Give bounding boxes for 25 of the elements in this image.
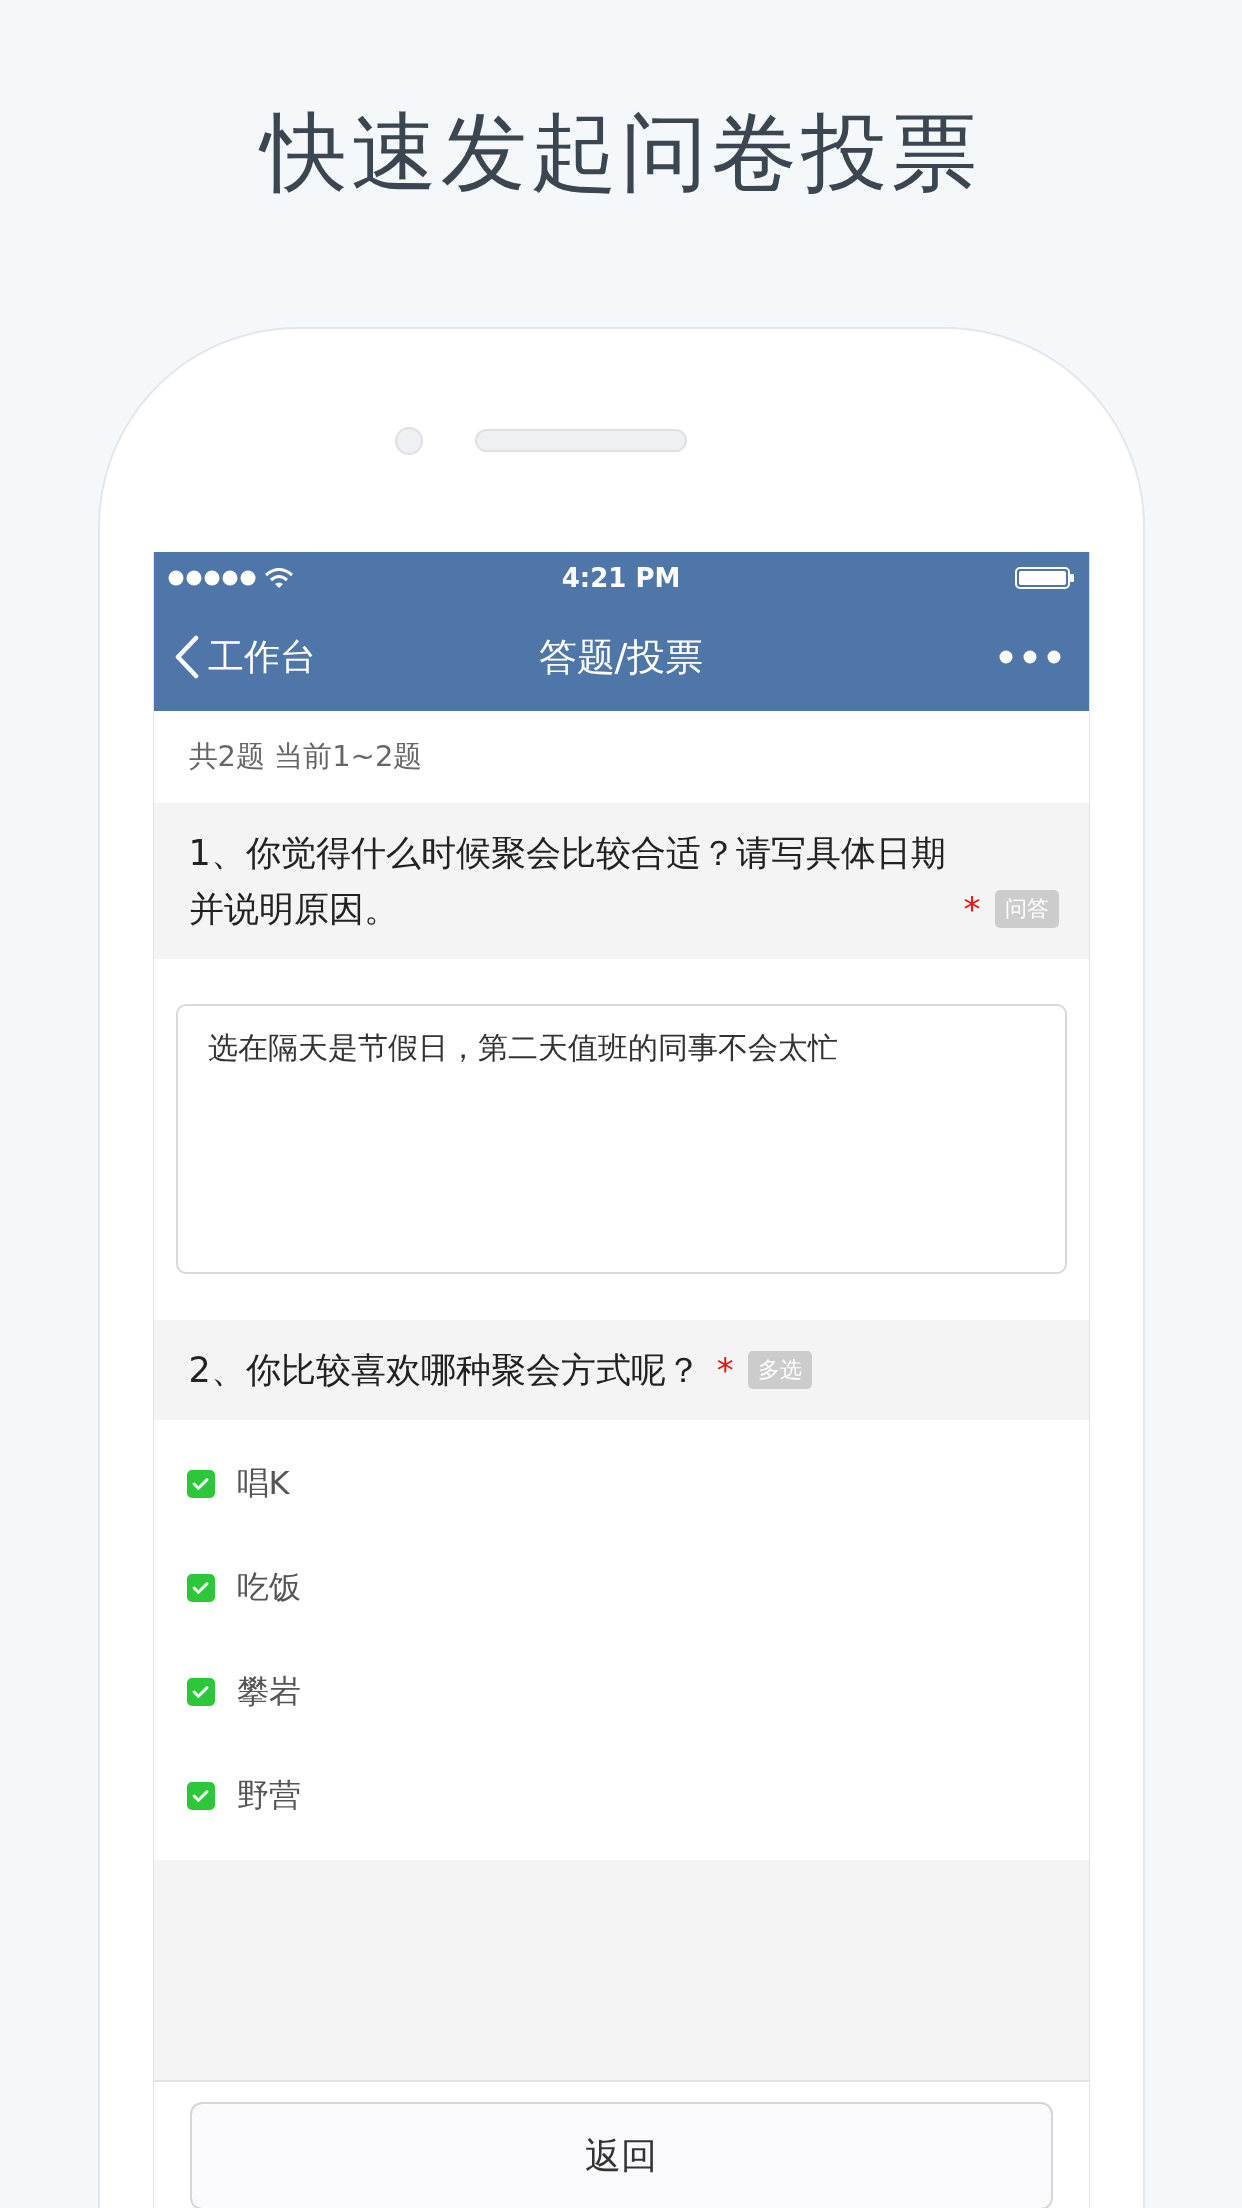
option-label[interactable]: 攀岩 <box>236 1670 301 1714</box>
option-label[interactable]: 唱K <box>236 1462 290 1506</box>
chevron-left-icon <box>173 635 200 679</box>
question-count: 共2题 当前1~2题 <box>188 738 423 775</box>
checkbox[interactable] <box>186 1470 215 1498</box>
page-title: 答题/投票 <box>538 634 704 679</box>
back-button[interactable]: 返回 <box>189 2102 1053 2208</box>
back-button[interactable]: 工作台 <box>173 632 316 682</box>
more-icon[interactable] <box>998 650 1061 664</box>
option-label[interactable]: 吃饭 <box>236 1566 301 1610</box>
answer-field[interactable]: 选在隔天是节假日，第二天值班的同事不会太忙 <box>175 1004 1067 1274</box>
signal-icon <box>167 569 256 586</box>
speaker-icon <box>475 429 687 452</box>
required-mark: * <box>963 888 981 931</box>
checkbox[interactable] <box>186 1678 215 1706</box>
question-title: 2、你比较喜欢哪种聚会方式呢？ <box>188 1349 701 1392</box>
required-mark: * <box>716 1349 734 1392</box>
status-time: 4:21 PM <box>561 562 681 593</box>
wifi-icon <box>263 566 294 589</box>
battery-icon <box>1014 565 1075 590</box>
option-label[interactable]: 野营 <box>236 1774 301 1818</box>
camera-icon <box>395 426 423 455</box>
checkbox[interactable] <box>186 1574 215 1602</box>
question-title: 1、你觉得什么时候聚会比较合适？请写具体日期并说明原因。 <box>188 832 947 931</box>
checkbox[interactable] <box>186 1782 215 1810</box>
